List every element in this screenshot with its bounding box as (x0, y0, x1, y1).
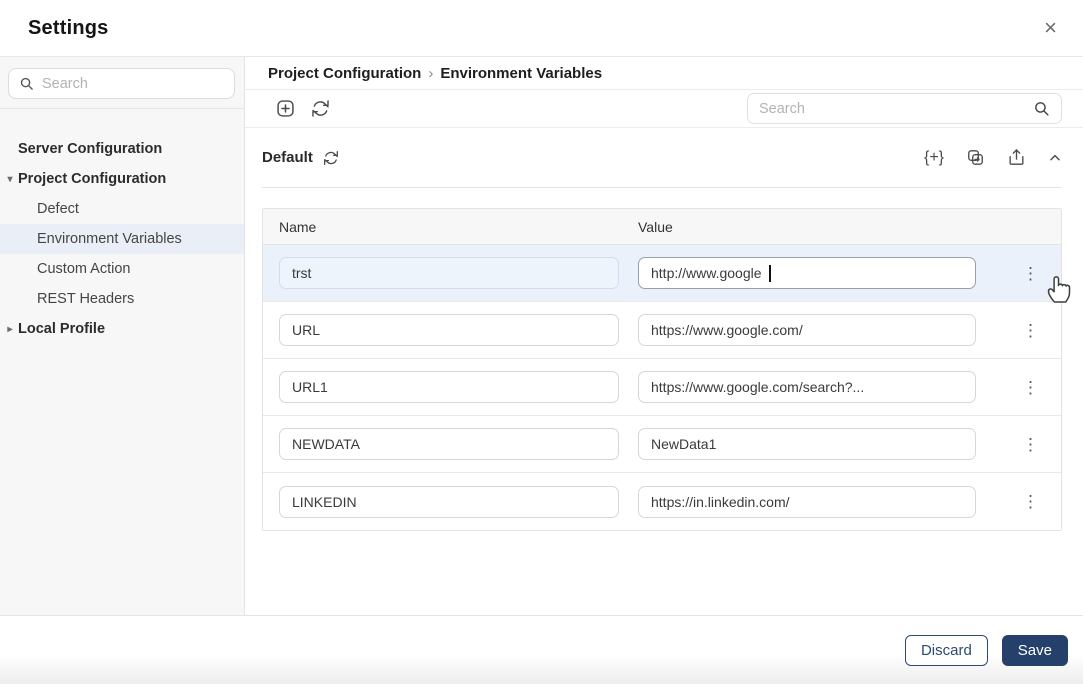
search-icon (19, 76, 34, 91)
table-row: ⋮ (263, 359, 1061, 416)
row-menu-button[interactable]: ⋮ (1016, 377, 1045, 398)
variable-name-input[interactable] (279, 371, 619, 403)
discard-button[interactable]: Discard (905, 635, 988, 666)
row-menu-button[interactable]: ⋮ (1016, 491, 1045, 512)
sidebar-item-label: Local Profile (18, 321, 105, 337)
table-row: ⋮ (263, 245, 1061, 302)
refresh-button[interactable] (311, 99, 330, 118)
row-menu-button[interactable]: ⋮ (1016, 434, 1045, 455)
variable-value-input[interactable] (638, 428, 976, 460)
variable-name-input[interactable] (279, 486, 619, 518)
sidebar-search-input[interactable] (42, 76, 229, 92)
environment-content: Default {+} (245, 128, 1083, 615)
braces-plus-icon: {+} (924, 149, 944, 166)
sidebar-item-environment-variables[interactable]: Environment Variables (0, 224, 244, 254)
refresh-icon (323, 150, 339, 166)
chevron-right-icon[interactable]: ▸ (4, 324, 16, 335)
dialog-title: Settings (28, 17, 109, 40)
sidebar-item-local-profile[interactable]: ▸ Local Profile (0, 314, 244, 344)
sidebar-item-label: Server Configuration (18, 141, 162, 157)
kebab-icon: ⋮ (1022, 435, 1039, 454)
variables-toolbar (245, 90, 1083, 128)
settings-sidebar: Server Configuration ▾ Project Configura… (0, 57, 245, 615)
kebab-icon: ⋮ (1022, 264, 1039, 283)
environment-name: Default (262, 149, 313, 166)
duplicate-button[interactable] (966, 148, 985, 167)
sidebar-search-area (0, 57, 244, 109)
variable-value-input[interactable] (638, 486, 976, 518)
environment-section-header: Default {+} (262, 128, 1062, 188)
settings-dialog: Settings × Server Configuration ▾ (0, 0, 1083, 684)
close-icon: × (1044, 15, 1057, 40)
sidebar-item-server-configuration[interactable]: Server Configuration (0, 134, 244, 164)
sidebar-item-project-configuration[interactable]: ▾ Project Configuration (0, 164, 244, 194)
sidebar-item-defect[interactable]: Defect (0, 194, 244, 224)
add-variable-button[interactable] (275, 98, 296, 119)
refresh-icon (311, 99, 330, 118)
table-row: ⋮ (263, 302, 1061, 359)
table-header: Name Value (263, 209, 1061, 245)
variable-name-input[interactable] (279, 428, 619, 460)
insert-variable-button[interactable]: {+} (924, 149, 944, 167)
main-panel: Project Configuration › Environment Vari… (245, 57, 1083, 615)
dialog-header: Settings × (0, 0, 1083, 57)
sidebar-item-label: REST Headers (37, 291, 134, 307)
variable-value-input[interactable] (638, 314, 976, 346)
dialog-footer: Discard Save (0, 615, 1083, 684)
close-button[interactable]: × (1044, 17, 1057, 39)
sidebar-item-label: Project Configuration (18, 171, 166, 187)
kebab-icon: ⋮ (1022, 378, 1039, 397)
collapse-section-button[interactable] (1048, 151, 1062, 165)
sidebar-item-custom-action[interactable]: Custom Action (0, 254, 244, 284)
breadcrumb-current: Environment Variables (440, 65, 602, 82)
row-menu-button[interactable]: ⋮ (1016, 263, 1045, 284)
table-row: ⋮ (263, 473, 1061, 530)
variables-search-input[interactable] (759, 101, 1033, 117)
row-menu-button[interactable]: ⋮ (1016, 320, 1045, 341)
variables-search-box[interactable] (747, 93, 1062, 124)
sidebar-item-label: Custom Action (37, 261, 131, 277)
breadcrumb: Project Configuration › Environment Vari… (245, 57, 1083, 90)
text-caret (769, 265, 771, 282)
sidebar-search-box[interactable] (8, 68, 235, 99)
sidebar-item-label: Environment Variables (37, 231, 182, 247)
variable-value-input[interactable] (638, 257, 976, 289)
export-icon (1007, 148, 1026, 167)
column-header-name: Name (279, 219, 638, 235)
settings-nav-tree: Server Configuration ▾ Project Configura… (0, 109, 244, 344)
export-button[interactable] (1007, 148, 1026, 167)
kebab-icon: ⋮ (1022, 492, 1039, 511)
table-row: ⋮ (263, 416, 1061, 473)
kebab-icon: ⋮ (1022, 321, 1039, 340)
refresh-environment-button[interactable] (323, 150, 339, 166)
variable-name-input[interactable] (279, 257, 619, 289)
breadcrumb-separator: › (428, 65, 433, 82)
variables-table: Name Value ⋮ ⋮ (262, 208, 1062, 531)
plus-square-icon (275, 98, 296, 119)
chevron-up-icon (1048, 151, 1062, 165)
variable-value-input[interactable] (638, 371, 976, 403)
chevron-down-icon[interactable]: ▾ (4, 174, 16, 185)
variable-name-input[interactable] (279, 314, 619, 346)
column-header-value: Value (638, 219, 1045, 235)
duplicate-icon (966, 148, 985, 167)
breadcrumb-parent[interactable]: Project Configuration (268, 65, 421, 82)
sidebar-item-rest-headers[interactable]: REST Headers (0, 284, 244, 314)
search-icon (1033, 100, 1050, 117)
sidebar-item-label: Defect (37, 201, 79, 217)
save-button[interactable]: Save (1002, 635, 1068, 666)
